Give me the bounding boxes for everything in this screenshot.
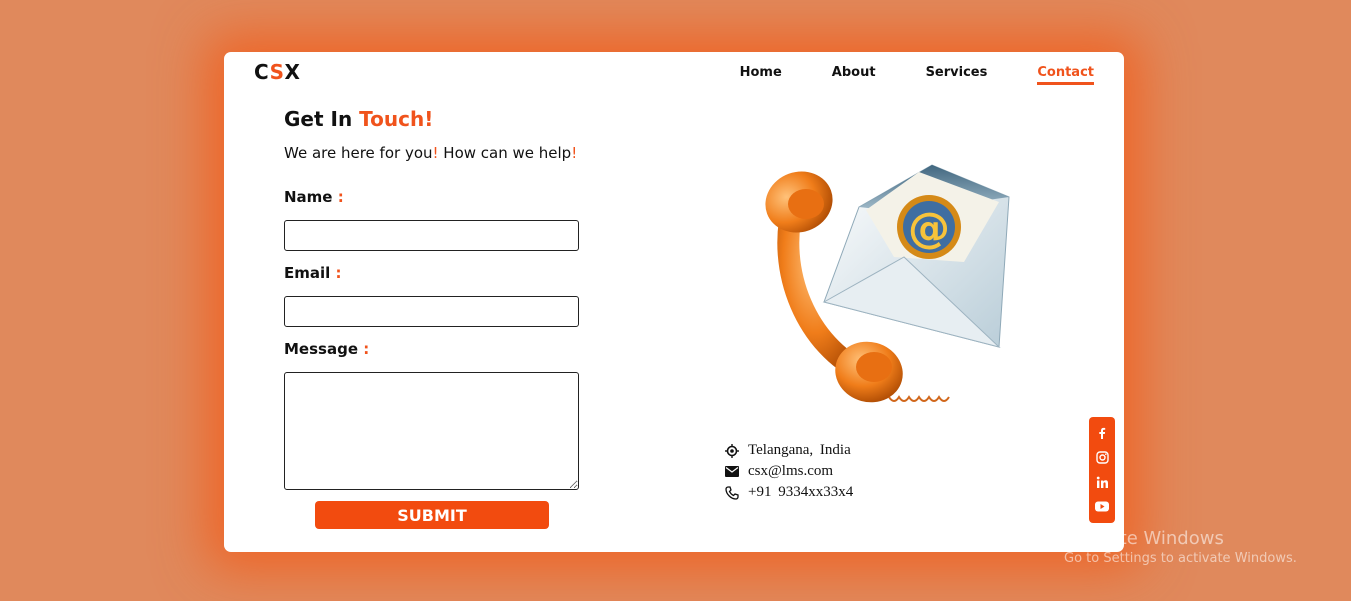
contact-phone: +91 9334xx33x4 bbox=[724, 482, 853, 503]
brand-logo[interactable]: CSX bbox=[254, 60, 300, 84]
facebook-icon[interactable] bbox=[1094, 425, 1110, 441]
phone-text[interactable]: +91 9334xx33x4 bbox=[748, 484, 853, 501]
submit-button[interactable]: SUBMIT bbox=[315, 501, 549, 529]
nav-about[interactable]: About bbox=[832, 65, 876, 85]
windows-activation-watermark: Activate Windows Go to Settings to activ… bbox=[1064, 528, 1297, 566]
social-bar bbox=[1089, 417, 1115, 523]
location-text: Telangana, India bbox=[748, 442, 851, 458]
contact-email: csx@lms.com bbox=[724, 461, 853, 482]
logo-letter-s: S bbox=[269, 60, 285, 84]
linkedin-icon[interactable] bbox=[1094, 474, 1110, 490]
watermark-line-1: Activate Windows bbox=[1064, 528, 1224, 549]
message-label-text: Message bbox=[284, 340, 358, 358]
phone-envelope-illustration: @ bbox=[765, 164, 1010, 403]
email-label: Email : bbox=[284, 264, 342, 282]
nav-contact[interactable]: Contact bbox=[1037, 65, 1094, 85]
location-icon bbox=[724, 443, 740, 459]
name-label: Name : bbox=[284, 188, 344, 206]
instagram-icon[interactable] bbox=[1094, 450, 1110, 466]
page-title: Get In Touch! bbox=[284, 107, 433, 131]
svg-text:@: @ bbox=[908, 203, 950, 252]
main-nav: Home About Services Contact bbox=[690, 65, 1094, 85]
youtube-icon[interactable] bbox=[1094, 499, 1110, 515]
email-label-text: Email bbox=[284, 264, 331, 282]
nav-home[interactable]: Home bbox=[740, 65, 782, 85]
contact-location: Telangana, India bbox=[724, 440, 853, 461]
message-label-colon: : bbox=[363, 340, 370, 358]
watermark-line-2: Go to Settings to activate Windows. bbox=[1064, 551, 1297, 566]
subtitle-part-2: How can we help bbox=[438, 144, 572, 162]
phone-icon bbox=[724, 485, 740, 501]
contact-card: CSX Home About Services Contact Get In T… bbox=[224, 52, 1124, 552]
name-label-text: Name bbox=[284, 188, 333, 206]
title-accent: Touch! bbox=[359, 107, 434, 131]
email-label-colon: : bbox=[335, 264, 342, 282]
subtitle-part-1: We are here for you bbox=[284, 144, 433, 162]
name-label-colon: : bbox=[337, 188, 344, 206]
logo-letter-c: C bbox=[254, 60, 270, 84]
contact-info: Telangana, India csx@lms.com +91 9334xx3… bbox=[724, 440, 853, 503]
email-input[interactable] bbox=[284, 296, 579, 327]
logo-letter-x: X bbox=[284, 60, 301, 84]
email-text[interactable]: csx@lms.com bbox=[748, 463, 833, 480]
title-plain: Get In bbox=[284, 107, 360, 131]
page-subtitle: We are here for you! How can we help! bbox=[284, 144, 577, 162]
mail-icon bbox=[724, 464, 740, 480]
name-input[interactable] bbox=[284, 220, 579, 251]
message-textarea[interactable] bbox=[284, 372, 579, 490]
subtitle-mark-2: ! bbox=[571, 144, 578, 162]
nav-services[interactable]: Services bbox=[926, 65, 988, 85]
message-label: Message : bbox=[284, 340, 369, 358]
